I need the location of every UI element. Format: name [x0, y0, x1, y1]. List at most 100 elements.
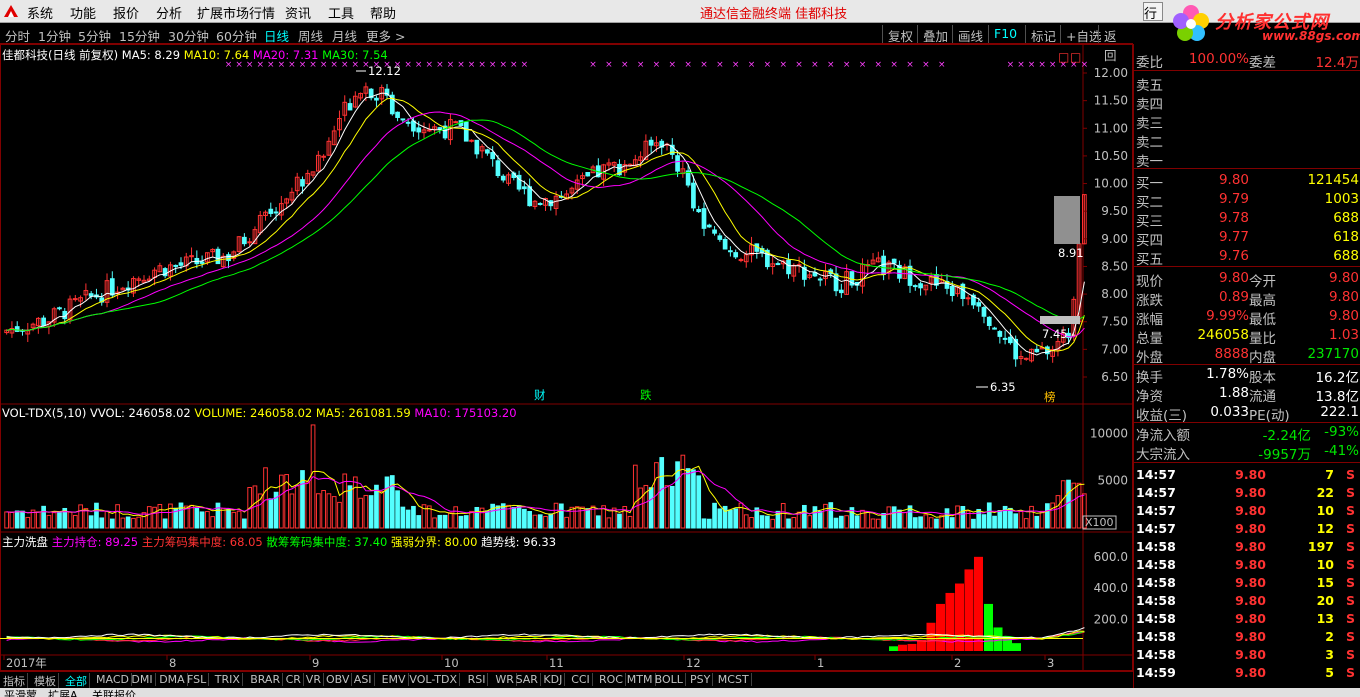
- volume-bar: [595, 515, 601, 529]
- adjust-button[interactable]: 复权: [882, 25, 918, 44]
- period-monthly[interactable]: 月线: [332, 26, 357, 45]
- menu-analysis[interactable]: 分析: [156, 3, 182, 22]
- indicator-tab[interactable]: TRIX: [213, 673, 243, 686]
- indicator-tab[interactable]: DMA: [157, 673, 188, 686]
- candle-body: [109, 278, 115, 296]
- signal-marker: ×: [906, 60, 914, 70]
- volume-bar: [680, 454, 686, 529]
- candle-body: [495, 160, 501, 177]
- buy-label: 买四: [1136, 233, 1163, 249]
- signal-marker: ×: [732, 60, 740, 70]
- period-30min[interactable]: 30分钟: [168, 26, 209, 45]
- weibi-label: 委比: [1136, 55, 1163, 71]
- candle-body: [500, 175, 506, 181]
- bottom-tab-related[interactable]: 关联报价: [92, 687, 136, 697]
- volume-bar: [294, 485, 300, 529]
- draw-line-button[interactable]: 画线: [952, 25, 988, 44]
- fundamental-label-2: 流通: [1249, 389, 1276, 405]
- indicator-tab[interactable]: ROC: [597, 673, 626, 686]
- trade-time: 14:57: [1136, 521, 1176, 536]
- indicator-tab[interactable]: EMV: [380, 673, 409, 686]
- trade-row: 14:58 9.80 3 S: [1134, 647, 1360, 665]
- volume-bar: [432, 517, 437, 529]
- indicator-tab[interactable]: VOL-TDX: [407, 673, 460, 686]
- volume-bar: [4, 511, 9, 529]
- main-chip-bar: [907, 643, 917, 651]
- fundamental-value: 0.033: [1210, 404, 1249, 420]
- volume-bar: [231, 511, 237, 529]
- indicator-tab[interactable]: BRAR: [248, 673, 284, 686]
- indicator-tab[interactable]: BOLL: [653, 673, 686, 686]
- period-15min[interactable]: 15分钟: [119, 26, 160, 45]
- indicator-tab[interactable]: RSI: [466, 673, 489, 686]
- indicator-tab[interactable]: VR: [304, 673, 324, 686]
- back-button[interactable]: 返回: [1098, 25, 1133, 63]
- volume-bar: [168, 503, 173, 529]
- volume-bar: [817, 510, 823, 529]
- volume-bar: [152, 506, 157, 529]
- trade-time: 14:57: [1136, 485, 1176, 500]
- period-intraday[interactable]: 分时: [5, 26, 30, 45]
- volume-bar: [469, 510, 474, 529]
- menu-help[interactable]: 帮助: [370, 3, 396, 22]
- candle-body: [817, 278, 823, 281]
- overlay-button[interactable]: 叠加: [917, 25, 953, 44]
- signal-marker: ×: [669, 60, 677, 70]
- indicator-tab[interactable]: MCST: [716, 673, 752, 686]
- period-daily[interactable]: 日线: [264, 26, 289, 45]
- menu-tools[interactable]: 工具: [328, 3, 354, 22]
- menu-function[interactable]: 功能: [70, 3, 96, 22]
- bottom-tab-ext-a[interactable]: 扩展A: [48, 687, 78, 697]
- indicator-tabs: 指标 模板 全部 MACD DMI DMA FSL TRIX BRAR CR VR OBV ASI EMV…: [0, 671, 1133, 689]
- volume-bar: [35, 511, 41, 529]
- f10-button[interactable]: F10: [988, 25, 1022, 43]
- mark-button[interactable]: 标记: [1025, 25, 1061, 44]
- period-weekly[interactable]: 周线: [298, 26, 323, 45]
- fundamental-value-2: 222.1: [1320, 404, 1359, 420]
- stock-chart[interactable]: × × × × × × × × × × × × × × × × × × × × × × × × × × × × × × × × × × × × × × × ×…: [0, 44, 1133, 671]
- indicator-tab[interactable]: CCI: [569, 673, 593, 686]
- candle-body: [537, 202, 543, 205]
- volume-bar: [823, 503, 828, 529]
- indicator-strength-line: 强弱分界: 80.00: [390, 535, 478, 549]
- period-1min[interactable]: 1分钟: [38, 26, 71, 45]
- menu-ext-market[interactable]: 扩展市场行情: [197, 3, 275, 22]
- indicator-tab[interactable]: ASI: [352, 673, 375, 686]
- indicator-tab[interactable]: DMI: [129, 673, 156, 686]
- indicator-tab[interactable]: FSL: [185, 673, 210, 686]
- menu-bar: 系统 功能 报价 分析 扩展市场行情 资讯 工具 帮助 通达信金融终端 佳都科技…: [0, 0, 1360, 23]
- period-5min[interactable]: 5分钟: [78, 26, 111, 45]
- volume-bar: [659, 457, 665, 529]
- indicator-tab[interactable]: CR: [284, 673, 304, 686]
- menu-system[interactable]: 系统: [27, 3, 53, 22]
- bottom-tab-smooth[interactable]: 平滑蒙: [4, 687, 37, 697]
- indicator-tab[interactable]: MTM: [625, 673, 656, 686]
- volume-bar: [606, 517, 612, 529]
- volume-bar: [511, 507, 517, 529]
- volume-bar: [897, 509, 902, 529]
- stat-row: 涨幅 9.99% 最低 9.80: [1134, 308, 1360, 328]
- indicator-tab[interactable]: SAR: [514, 673, 541, 686]
- candle-body: [786, 259, 791, 275]
- volume-bar: [279, 474, 284, 529]
- price-range-box: [1054, 196, 1080, 244]
- indicator-tab[interactable]: PSY: [688, 673, 714, 686]
- indicator-tab[interactable]: OBV: [324, 673, 353, 686]
- volume-bar: [712, 502, 717, 529]
- candle-body: [912, 285, 918, 288]
- buy-label: 买五: [1136, 252, 1163, 268]
- candle-body: [712, 229, 717, 234]
- menu-quote[interactable]: 报价: [113, 3, 139, 22]
- volume-bar: [474, 506, 480, 529]
- candle-body: [72, 298, 78, 301]
- volume-bar: [205, 511, 210, 529]
- menu-news[interactable]: 资讯: [285, 3, 311, 22]
- volume-bar: [141, 512, 147, 529]
- period-more[interactable]: 更多 >: [366, 26, 405, 45]
- period-60min[interactable]: 60分钟: [216, 26, 257, 45]
- menu-row-button[interactable]: 行: [1143, 2, 1163, 22]
- indicator-tab[interactable]: KDJ: [541, 673, 566, 686]
- candle-body: [395, 111, 400, 118]
- ind-tick-label: 600.0: [1094, 550, 1128, 564]
- indicator-tab[interactable]: MACD: [94, 673, 132, 686]
